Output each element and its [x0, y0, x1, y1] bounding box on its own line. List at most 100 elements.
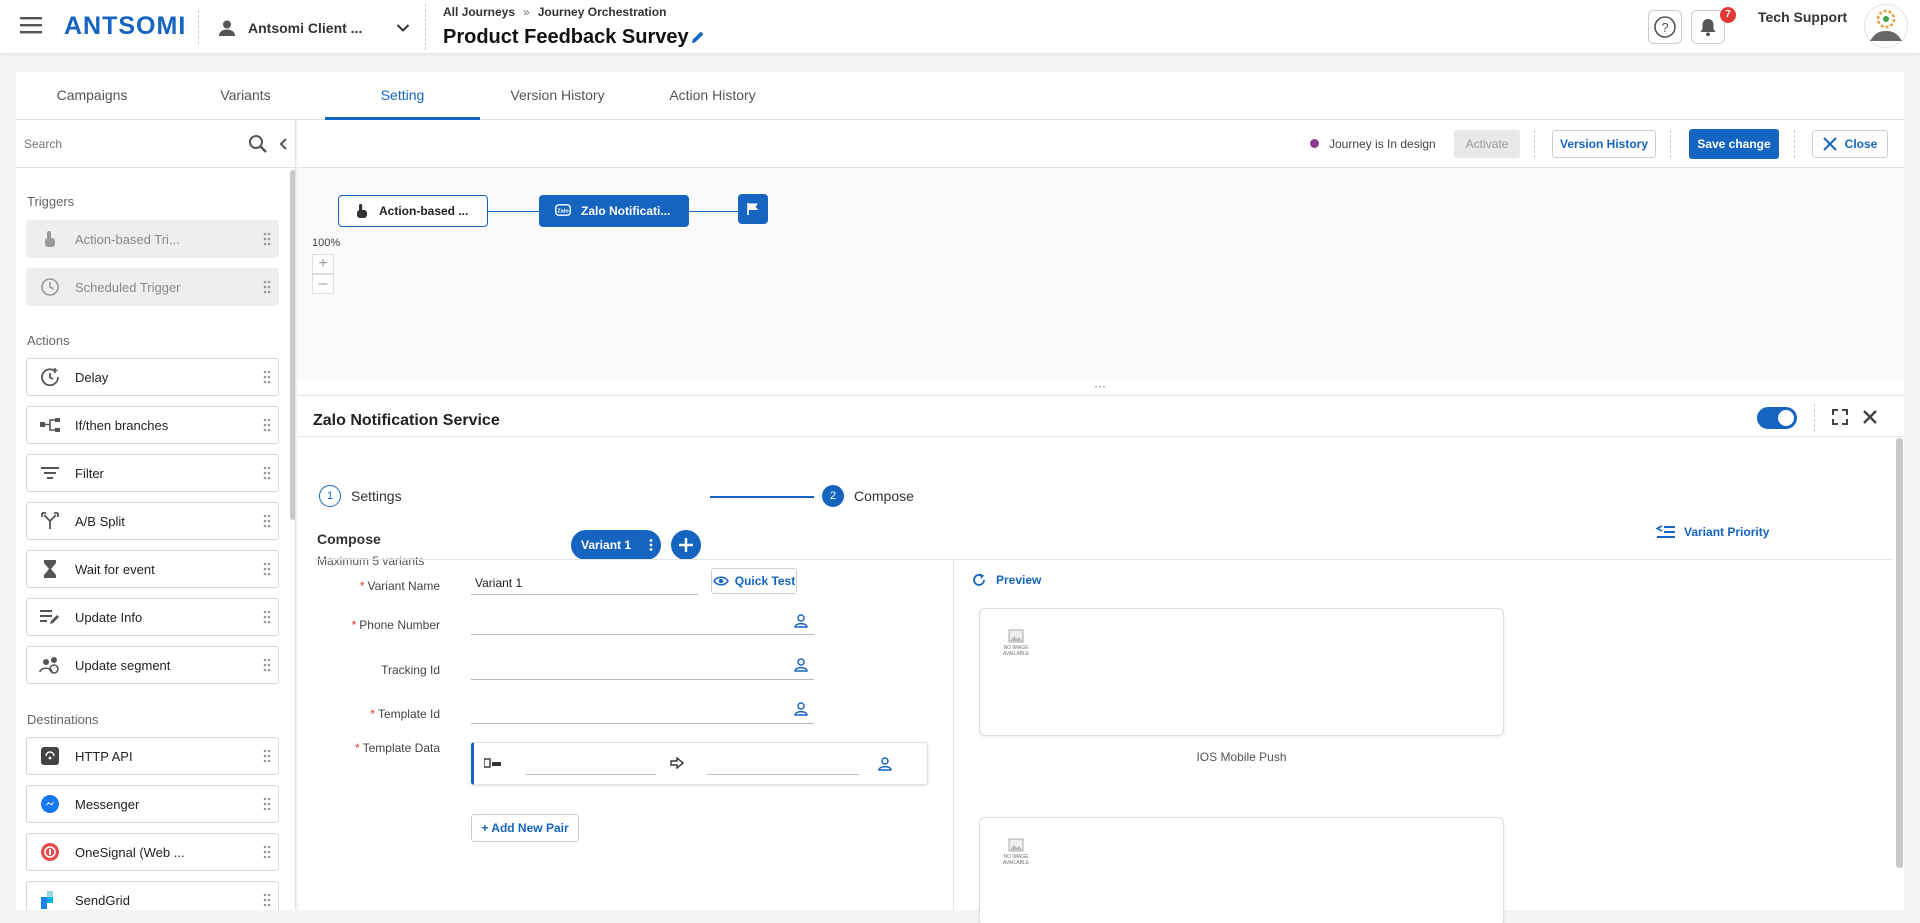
- preview-card-secondary: NO IMAGE AVAILABLE: [979, 817, 1504, 923]
- user-name[interactable]: Tech Support: [1758, 9, 1847, 25]
- enable-toggle[interactable]: [1757, 407, 1797, 429]
- step-number: 1: [319, 485, 341, 507]
- sidebar-item-delay[interactable]: Delay: [26, 358, 279, 396]
- version-history-button[interactable]: Version History: [1552, 130, 1656, 158]
- expand-icon[interactable]: [1832, 409, 1848, 425]
- tab-version-history[interactable]: Version History: [480, 72, 635, 120]
- flow-node-end[interactable]: [738, 194, 768, 224]
- status-dot: [1310, 139, 1319, 148]
- flow-node-trigger[interactable]: Action-based ...: [338, 195, 488, 227]
- split-icon: [33, 512, 67, 530]
- panel-scrollbar[interactable]: [1896, 438, 1903, 868]
- sidebar-item-sendgrid[interactable]: SendGrid: [26, 881, 279, 910]
- hand-pointer-icon: [33, 230, 67, 248]
- sidebar-item-messenger[interactable]: Messenger: [26, 785, 279, 823]
- panel-title: Zalo Notification Service: [313, 412, 500, 429]
- add-new-pair-button[interactable]: + Add New Pair: [471, 814, 579, 842]
- drag-handle-icon[interactable]: [256, 418, 278, 432]
- tab-action-history[interactable]: Action History: [635, 72, 790, 120]
- step-settings[interactable]: 1 Settings: [319, 485, 402, 507]
- sidebar-item-ab-split[interactable]: A/B Split: [26, 502, 279, 540]
- search-box: [16, 120, 295, 168]
- tab-campaigns[interactable]: Campaigns: [16, 72, 168, 120]
- brand-logo[interactable]: ANTSOMI: [64, 12, 186, 41]
- avatar[interactable]: [1864, 4, 1908, 48]
- search-icon[interactable]: [248, 134, 268, 154]
- hourglass-icon: [33, 559, 67, 579]
- flow-node-zalo[interactable]: Zalo Zalo Notificati...: [539, 195, 689, 227]
- eye-icon: [712, 575, 729, 587]
- drag-handle-icon[interactable]: [256, 232, 278, 246]
- template-id-input[interactable]: [471, 698, 814, 724]
- sidebar-scrollbar[interactable]: [290, 170, 295, 520]
- personalize-icon[interactable]: [794, 702, 808, 716]
- drag-handle-icon[interactable]: [256, 466, 278, 480]
- account-name: Antsomi Client ...: [248, 20, 363, 36]
- sidebar-item-action-based-trigger[interactable]: Action-based Tri...: [26, 220, 279, 258]
- zoom-in-button[interactable]: +: [312, 254, 334, 274]
- chevron-down-icon[interactable]: [396, 23, 410, 33]
- phone-number-input[interactable]: [471, 609, 814, 635]
- help-button[interactable]: ?: [1648, 10, 1682, 44]
- tracking-id-input[interactable]: [471, 654, 814, 680]
- template-value-input[interactable]: [707, 753, 859, 775]
- help-icon: ?: [1654, 16, 1676, 38]
- preview-button[interactable]: Preview: [972, 573, 1041, 587]
- hamburger-menu-icon[interactable]: [20, 16, 42, 34]
- sidebar-item-filter[interactable]: Filter: [26, 454, 279, 492]
- drag-handle-icon[interactable]: [256, 370, 278, 384]
- personalize-icon[interactable]: [878, 757, 892, 771]
- save-change-button[interactable]: Save change: [1689, 129, 1779, 159]
- close-journey-button[interactable]: Close: [1812, 130, 1888, 158]
- section-triggers: Triggers: [27, 194, 75, 209]
- drag-handle-icon[interactable]: [256, 562, 278, 576]
- drag-handle-icon[interactable]: [256, 893, 278, 907]
- variant-chip[interactable]: Variant 1: [571, 530, 661, 560]
- breadcrumb-journey-orchestration[interactable]: Journey Orchestration: [538, 5, 667, 19]
- resize-handle-icon[interactable]: ···: [1088, 380, 1112, 394]
- image-placeholder-icon: [1008, 838, 1024, 852]
- sendgrid-icon: [33, 891, 67, 909]
- search-input[interactable]: [24, 132, 244, 156]
- close-panel-icon[interactable]: [1862, 409, 1878, 425]
- main-tabs: Campaigns Variants Setting Version Histo…: [16, 72, 1904, 120]
- add-variant-button[interactable]: [671, 530, 701, 560]
- tab-variants[interactable]: Variants: [168, 72, 323, 120]
- collapse-sidebar-icon[interactable]: [278, 137, 288, 151]
- step-compose[interactable]: 2 Compose: [822, 485, 914, 507]
- zoom-out-button[interactable]: –: [312, 274, 334, 294]
- drag-handle-icon[interactable]: [256, 514, 278, 528]
- sidebar-item-scheduled-trigger[interactable]: Scheduled Trigger: [26, 268, 279, 306]
- personalize-icon[interactable]: [794, 658, 808, 672]
- no-image-placeholder: NO IMAGE AVAILABLE: [1000, 629, 1032, 657]
- variant-name-input[interactable]: Variant 1: [471, 571, 698, 595]
- account-selector[interactable]: Antsomi Client ...: [218, 14, 410, 42]
- sidebar-item-http-api[interactable]: HTTP API: [26, 737, 279, 775]
- key-icon: [484, 758, 502, 768]
- sidebar-item-update-segment[interactable]: Update segment: [26, 646, 279, 684]
- compose-subtitle: Maximum 5 variants: [317, 554, 425, 568]
- node-palette-sidebar: Triggers Action-based Tri... Scheduled T…: [16, 120, 296, 910]
- sidebar-item-update-info[interactable]: Update Info: [26, 598, 279, 636]
- sidebar-item-if-then-branches[interactable]: If/then branches: [26, 406, 279, 444]
- quick-test-button[interactable]: Quick Test: [711, 568, 797, 594]
- activate-button[interactable]: Activate: [1454, 130, 1520, 158]
- sidebar-item-wait-for-event[interactable]: Wait for event: [26, 550, 279, 588]
- edit-title-icon[interactable]: [690, 29, 706, 45]
- drag-handle-icon[interactable]: [256, 797, 278, 811]
- refresh-icon: [972, 573, 986, 587]
- notification-badge: 7: [1720, 7, 1736, 23]
- page-title: Product Feedback Survey: [443, 26, 689, 48]
- more-vertical-icon[interactable]: [649, 539, 653, 551]
- drag-handle-icon[interactable]: [256, 845, 278, 859]
- personalize-icon[interactable]: [794, 614, 808, 628]
- breadcrumb-all-journeys[interactable]: All Journeys: [443, 5, 515, 19]
- variant-name-label: * Variant Name: [359, 579, 440, 593]
- flow-canvas[interactable]: Action-based ... Zalo Zalo Notificati...…: [298, 169, 1904, 381]
- drag-handle-icon[interactable]: [256, 280, 278, 294]
- clock-icon: [33, 277, 67, 297]
- template-key-input[interactable]: [526, 753, 656, 775]
- tab-setting[interactable]: Setting: [325, 72, 480, 120]
- sidebar-item-onesignal[interactable]: OneSignal (Web ...: [26, 833, 279, 871]
- variant-priority-button[interactable]: Variant Priority: [1656, 525, 1769, 539]
